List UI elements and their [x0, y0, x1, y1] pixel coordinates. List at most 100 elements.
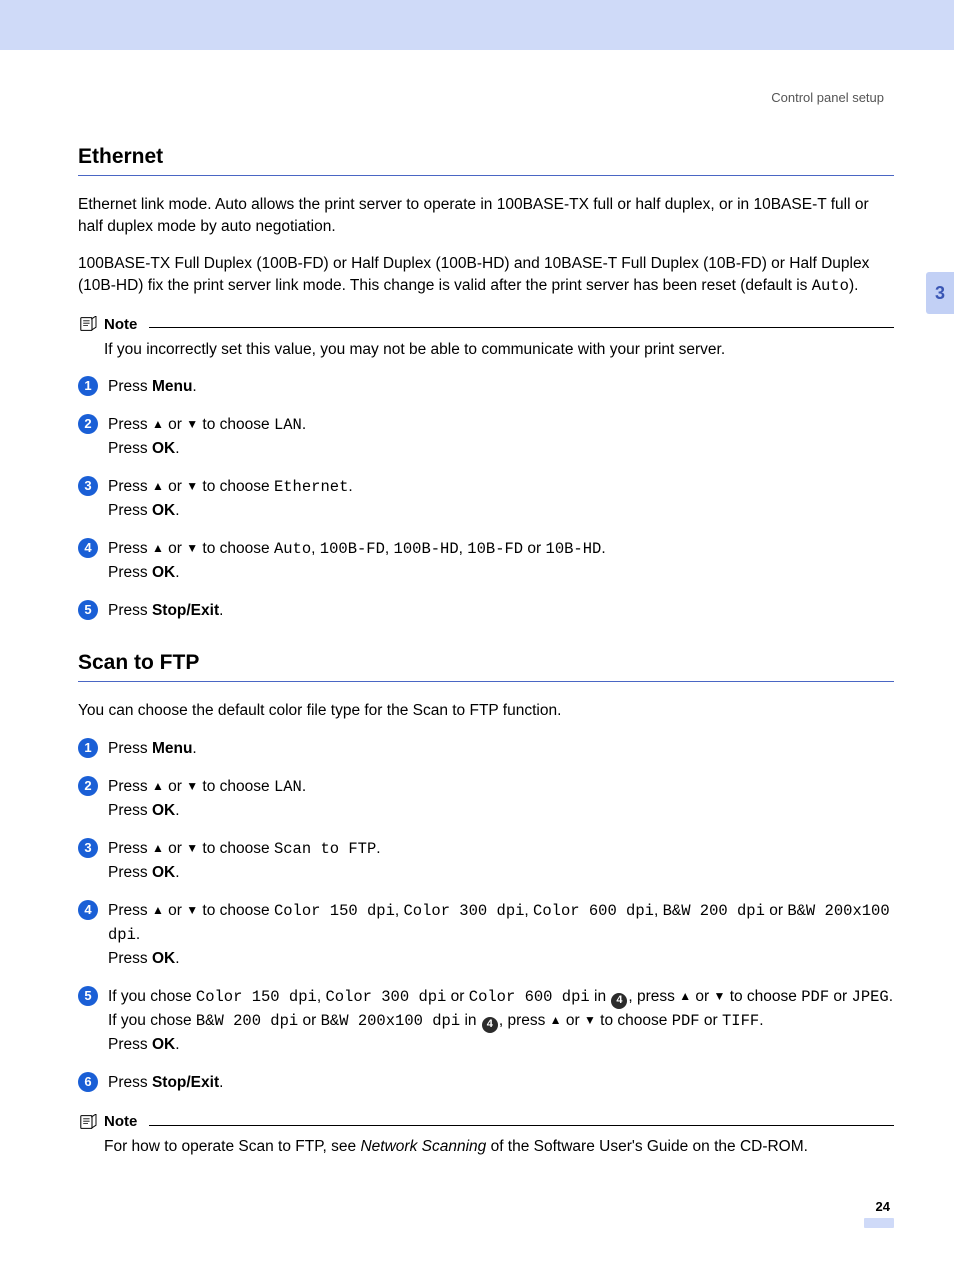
text: to choose [198, 840, 274, 857]
ethernet-para1: Ethernet link mode. Auto allows the prin… [78, 194, 894, 239]
ok-key: OK [152, 1036, 175, 1053]
step-bullet-2: 2 [78, 414, 98, 434]
text: . [376, 840, 380, 857]
step-5: 5 If you chose Color 150 dpi, Color 300 … [78, 985, 894, 1057]
note-block-ethernet: Note If you incorrectly set this value, … [78, 316, 894, 361]
note-icon [78, 316, 98, 332]
text: Press [108, 802, 152, 819]
text: to choose [198, 416, 274, 433]
text: Press [108, 564, 152, 581]
option-scanftp: Scan to FTP [274, 840, 376, 858]
text: or [446, 988, 468, 1005]
text: Press [108, 378, 152, 395]
text: . [175, 950, 179, 967]
text: Press [108, 740, 152, 757]
option-lan: LAN [274, 778, 302, 796]
text: or [164, 540, 186, 557]
menu-key: Menu [152, 378, 192, 395]
chapter-tab: 3 [926, 272, 954, 314]
text: If you chose [108, 1012, 196, 1029]
text: or [765, 902, 787, 919]
text: Press [108, 478, 152, 495]
step-1: 1 Press Menu. [78, 737, 894, 761]
page-footer: 24 [78, 1199, 894, 1228]
text: to choose [198, 778, 274, 795]
text: or [691, 988, 713, 1005]
option: 10B-HD [546, 540, 602, 558]
up-arrow-icon: ▲ [152, 539, 164, 558]
text: Press [108, 902, 152, 919]
ok-key: OK [152, 440, 175, 457]
option: Color 300 dpi [404, 902, 525, 920]
down-arrow-icon: ▼ [186, 415, 198, 434]
down-arrow-icon: ▼ [186, 477, 198, 496]
down-arrow-icon: ▼ [584, 1011, 596, 1030]
stop-exit-key: Stop/Exit [152, 602, 219, 619]
text: . [601, 540, 605, 557]
text: ). [849, 277, 858, 294]
mono-auto: Auto [812, 277, 849, 295]
down-arrow-icon: ▼ [714, 987, 726, 1006]
text: Press [108, 502, 152, 519]
text: or [523, 540, 545, 557]
option: Color 150 dpi [196, 988, 317, 1006]
option: Color 600 dpi [533, 902, 654, 920]
section-title-scanftp: Scan to FTP [78, 651, 894, 682]
ok-key: OK [152, 864, 175, 881]
step-body: If you chose Color 150 dpi, Color 300 dp… [108, 985, 894, 1057]
text: Press [108, 864, 152, 881]
text: to choose [198, 540, 274, 557]
text: , [395, 902, 404, 919]
ethernet-para2: 100BASE-TX Full Duplex (100B-FD) or Half… [78, 253, 894, 298]
text: to choose [198, 478, 274, 495]
text: If you chose [108, 988, 196, 1005]
text: . [219, 1074, 223, 1091]
text: to choose [725, 988, 801, 1005]
step-bullet-3: 3 [78, 476, 98, 496]
step-ref-4-icon: 4 [611, 993, 627, 1009]
step-body: Press Stop/Exit. [108, 599, 894, 623]
step-bullet-1: 1 [78, 738, 98, 758]
step-1: 1 Press Menu. [78, 375, 894, 399]
note-icon [78, 1114, 98, 1130]
option: 10B-FD [467, 540, 523, 558]
note-body: If you incorrectly set this value, you m… [78, 339, 894, 361]
step-bullet-1: 1 [78, 376, 98, 396]
up-arrow-icon: ▲ [152, 415, 164, 434]
page-content: 3 Control panel setup Ethernet Ethernet … [0, 50, 954, 1288]
step-bullet-5: 5 [78, 600, 98, 620]
text: Press [108, 416, 152, 433]
note-body: For how to operate Scan to FTP, see Netw… [78, 1136, 894, 1158]
ok-key: OK [152, 950, 175, 967]
step-body: Press ▲ or ▼ to choose LAN. Press OK. [108, 775, 894, 823]
breadcrumb: Control panel setup [78, 90, 894, 105]
step-3: 3 Press ▲ or ▼ to choose Ethernet. Press… [78, 475, 894, 523]
text: or [164, 478, 186, 495]
text: . [302, 416, 306, 433]
top-band [0, 0, 954, 50]
ok-key: OK [152, 564, 175, 581]
text: to choose [198, 902, 274, 919]
option: Color 600 dpi [469, 988, 590, 1006]
up-arrow-icon: ▲ [679, 987, 691, 1006]
text: 100BASE-TX Full Duplex (100B-FD) or Half… [78, 255, 869, 294]
up-arrow-icon: ▲ [152, 777, 164, 796]
text: Press [108, 602, 152, 619]
note-label: Note [104, 316, 137, 333]
text: or [700, 1012, 722, 1029]
step-body: Press Stop/Exit. [108, 1071, 894, 1095]
text: . [192, 378, 196, 395]
step-3: 3 Press ▲ or ▼ to choose Scan to FTP. Pr… [78, 837, 894, 885]
step-body: Press ▲ or ▼ to choose LAN. Press OK. [108, 413, 894, 461]
section-title-ethernet: Ethernet [78, 145, 894, 176]
text: or [298, 1012, 320, 1029]
text: Press [108, 1036, 152, 1053]
step-body: Press Menu. [108, 737, 894, 761]
text: . [175, 864, 179, 881]
option: B&W 200 dpi [663, 902, 765, 920]
note-header: Note [78, 1113, 894, 1130]
text: . [175, 502, 179, 519]
down-arrow-icon: ▼ [186, 901, 198, 920]
stop-exit-key: Stop/Exit [152, 1074, 219, 1091]
note-block-scanftp: Note For how to operate Scan to FTP, see… [78, 1113, 894, 1158]
